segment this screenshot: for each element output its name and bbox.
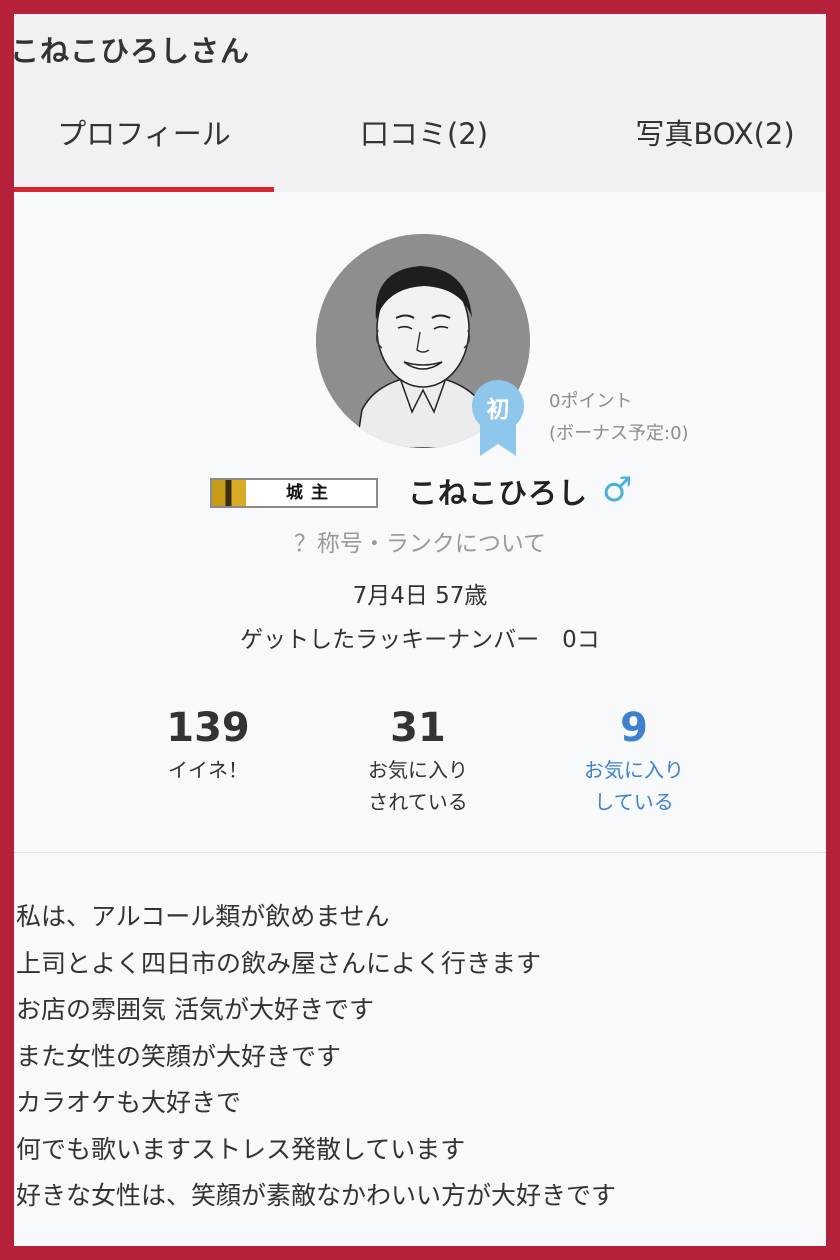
active-tab-indicator — [14, 187, 274, 192]
tab-profile[interactable]: プロフィール — [14, 102, 274, 192]
page-title: こねこひろしさん — [14, 34, 251, 68]
favoriting-label-line2: している — [594, 790, 674, 814]
tab-bar: プロフィール 口コミ(2) 写真BOX(2) — [14, 102, 826, 192]
bio-line: 私は、アルコール類が飲めません — [16, 902, 390, 931]
section-divider — [14, 852, 826, 853]
bio-line: お店の雰囲気 活気が大好きです — [16, 995, 374, 1024]
rank-color-bar — [212, 480, 246, 506]
beginner-badge-label: 初 — [486, 397, 510, 423]
bio-line: また女性の笑顔が大好きです — [16, 1041, 342, 1071]
birthday-age: 7月4日 57歳 — [352, 583, 488, 609]
favoriting-stat[interactable]: 9 お気に入り している — [544, 702, 724, 818]
favorited-by-label-line2: されている — [368, 790, 468, 814]
male-icon: ♂ — [602, 470, 633, 510]
likes-stat[interactable]: 139 イイネ！ — [118, 702, 298, 786]
user-name: こねこひろし — [408, 476, 589, 510]
rank-info-link[interactable]: ？称号・ランクについて — [14, 524, 826, 558]
favorited-by-label-line1: お気に入り — [368, 758, 468, 782]
lucky-number-count: ゲットしたラッキーナンバー 0コ — [240, 627, 600, 653]
tab-reviews[interactable]: 口コミ(2) — [314, 102, 534, 192]
favorited-by-stat[interactable]: 31 お気に入り されている — [328, 702, 508, 818]
rank-title-badge: 城主 — [210, 478, 378, 508]
tab-photo-box[interactable]: 写真BOX(2) — [604, 102, 826, 192]
rank-title-label: 城主 — [286, 483, 336, 503]
bio-line: 上司とよく四日市の飲み屋さんによく行きます — [16, 948, 542, 978]
points-info: 0ポイント (ボーナス予定:0) — [549, 386, 689, 450]
likes-label: イイネ！ — [168, 758, 248, 782]
bio-line: 何でも歌いますストレス発散しています — [16, 1134, 466, 1164]
bio-line: カラオケも大好きで — [16, 1088, 242, 1117]
favoriting-count: 9 — [620, 705, 648, 751]
self-introduction: 私は、アルコール類が飲めません 上司とよく四日市の飲み屋さんによく行きます お店… — [16, 894, 824, 1220]
header: こねこひろしさん プロフィール 口コミ(2) 写真BOX(2) — [14, 14, 826, 192]
beginner-badge: 初 — [472, 380, 524, 456]
bonus-points: (ボーナス予定:0) — [549, 423, 689, 444]
profile-screen: こねこひろしさん プロフィール 口コミ(2) 写真BOX(2) 初 0ポイント … — [14, 14, 826, 1246]
bio-line: 好きな女性は、笑顔が素敵なかわいい方が大好きです — [16, 1181, 617, 1210]
likes-count: 139 — [166, 705, 250, 751]
favoriting-label-line1: お気に入り — [584, 758, 684, 782]
favorited-by-count: 31 — [390, 705, 446, 751]
points-value: 0ポイント — [549, 391, 633, 412]
